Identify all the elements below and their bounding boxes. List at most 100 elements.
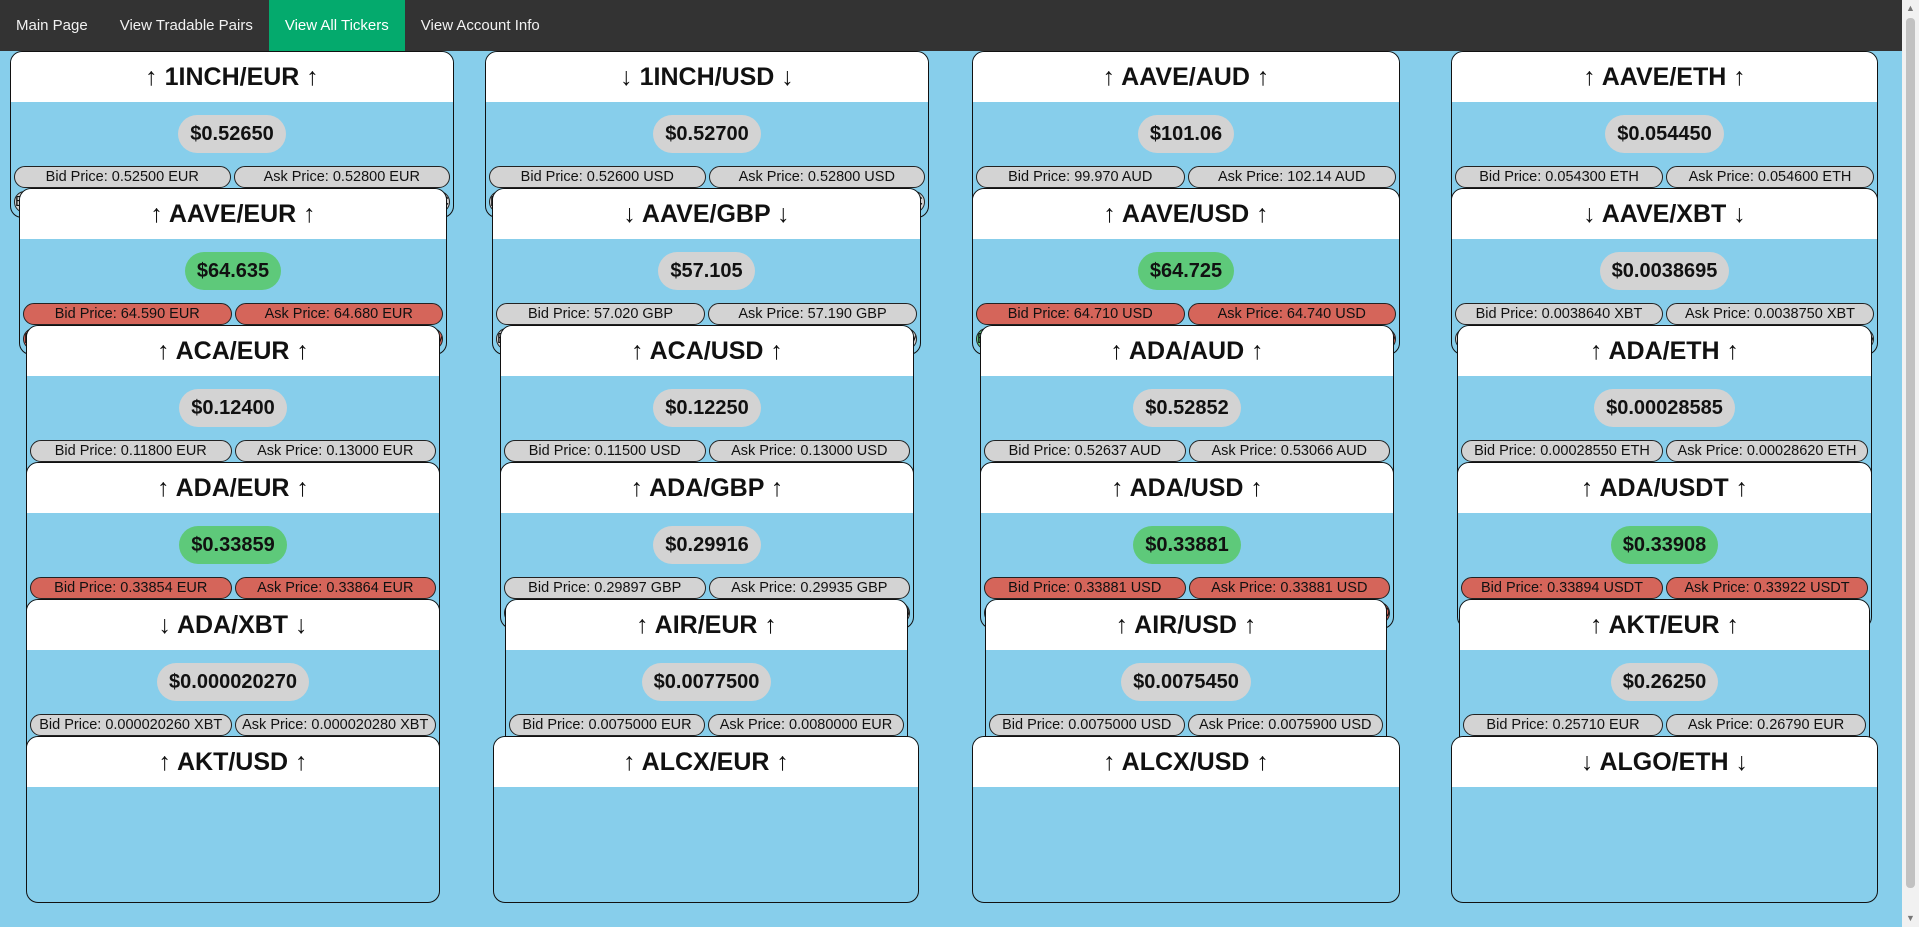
ticker-price: $0.0077500: [641, 663, 772, 701]
ask-price: Ask Price: 0.33864 EUR: [234, 577, 436, 599]
ticker-info-row: Bid Price: 0.33881 USD Ask Price: 0.33881…: [981, 577, 1393, 599]
price-row: $0.33881: [981, 513, 1393, 577]
bid-price: Bid Price: 0.52500 EUR: [14, 166, 231, 188]
top-navbar: Main Page View Tradable Pairs View All T…: [0, 0, 1902, 51]
ask-price: Ask Price: 0.0038750 XBT: [1666, 303, 1874, 325]
price-row: $0.000020270: [27, 650, 439, 714]
ticker-pair-title: ↓ AAVE/XBT ↓: [1452, 189, 1877, 239]
ticker-price: $0.29916: [653, 526, 761, 564]
scroll-up-arrow-icon[interactable]: ▲: [1902, 0, 1919, 17]
price-row: $0.52700: [486, 102, 928, 166]
ticker-info-row: Bid Price: 0.000020260 XBT Ask Price: 0.0…: [27, 714, 439, 736]
ticker-pair-title: ↑ AAVE/AUD ↑: [973, 52, 1399, 102]
price-row: $0.33859: [27, 513, 439, 577]
ticker-price: $0.33908: [1610, 526, 1719, 564]
ask-price: Ask Price: 0.33881 USD: [1188, 577, 1390, 599]
price-row: $0.33908: [1458, 513, 1871, 577]
ticker-price: $0.000020270: [157, 663, 309, 701]
bid-price: Bid Price: 0.11500 USD: [504, 440, 706, 462]
ticker-pair-title: ↑ AKT/USD ↑: [27, 737, 439, 787]
ticker-price: $0.12250: [653, 389, 761, 427]
ticker-price: $64.725: [1137, 252, 1235, 290]
bid-price: Bid Price: 0.0038640 XBT: [1455, 303, 1663, 325]
ticker-pair-title: ↓ ALGO/ETH ↓: [1452, 737, 1877, 787]
ticker-pair-title: ↑ AKT/EUR ↑: [1460, 600, 1869, 650]
price-row: $0.0038695: [1452, 239, 1877, 303]
page-scrollbar[interactable]: ▲ ▼: [1902, 0, 1919, 927]
ticker-info-row: Bid Price: 0.00028550 ETH Ask Price: 0.00…: [1458, 440, 1871, 462]
ticker-price: $101.06: [1137, 115, 1235, 153]
ask-price: Ask Price: 0.29935 GBP: [708, 577, 910, 599]
ticker-pair-title: ↑ AAVE/USD ↑: [973, 189, 1399, 239]
ticker-info-row: Bid Price: 0.0075000 USD Ask Price: 0.007…: [986, 714, 1386, 736]
nav-view-all-tickers[interactable]: View All Tickers: [268, 0, 405, 51]
ticker-pair-title: ↑ ADA/ETH ↑: [1458, 326, 1871, 376]
ticker-info-row: Bid Price: 0.11800 EUR Ask Price: 0.13000…: [27, 440, 439, 462]
ticker-info-row: Bid Price: 0.33894 USDT Ask Price: 0.3392…: [1458, 577, 1871, 599]
ticker-price: $0.52852: [1133, 389, 1241, 427]
price-row: $101.06: [973, 102, 1399, 166]
ask-price: Ask Price: 0.0075900 USD: [1187, 714, 1383, 736]
ticker-pair-title: ↓ ADA/XBT ↓: [27, 600, 439, 650]
ticker-pair-title: ↑ ACA/EUR ↑: [27, 326, 439, 376]
ticker-price: $0.00028585: [1594, 389, 1735, 427]
scrollbar-thumb[interactable]: [1906, 18, 1915, 888]
ticker-pair-title: ↑ AIR/EUR ↑: [506, 600, 907, 650]
ticker-info-row: Bid Price: 0.52600 USD Ask Price: 0.52800…: [486, 166, 928, 188]
bid-price: Bid Price: 0.52600 USD: [489, 166, 706, 188]
bid-price: Bid Price: 0.29897 GBP: [504, 577, 706, 599]
ticker-price: $0.33859: [179, 526, 287, 564]
ticker-pair-title: ↑ ALCX/USD ↑: [973, 737, 1399, 787]
ask-price: Ask Price: 0.13000 EUR: [234, 440, 436, 462]
ticker-price: $64.635: [184, 252, 282, 290]
ticker-card: ↓ ALGO/ETH ↓: [1451, 736, 1878, 903]
ask-price: Ask Price: 0.33922 USDT: [1666, 577, 1868, 599]
ask-price: Ask Price: 0.00028620 ETH: [1666, 440, 1868, 462]
ask-price: Ask Price: 0.000020280 XBT: [234, 714, 436, 736]
nav-view-tradable-pairs[interactable]: View Tradable Pairs: [104, 0, 269, 51]
bid-price: Bid Price: 0.33881 USD: [984, 577, 1186, 599]
ticker-card: ↑ ALCX/USD ↑: [972, 736, 1400, 903]
ticker-pair-title: ↑ ADA/USDT ↑: [1458, 463, 1871, 513]
ticker-info-row: Bid Price: 0.33854 EUR Ask Price: 0.33864…: [27, 577, 439, 599]
ticker-pair-title: ↑ AIR/USD ↑: [986, 600, 1386, 650]
price-row: $0.52650: [11, 102, 453, 166]
ticker-info-row: Bid Price: 64.590 EUR Ask Price: 64.680 E…: [20, 303, 446, 325]
ticker-price: $0.0075450: [1121, 663, 1251, 701]
ticker-price: $0.33881: [1133, 526, 1241, 564]
bid-price: Bid Price: 0.054300 ETH: [1455, 166, 1663, 188]
bid-price: Bid Price: 0.25710 EUR: [1463, 714, 1663, 736]
bid-price: Bid Price: 0.000020260 XBT: [30, 714, 232, 736]
price-row: $0.12400: [27, 376, 439, 440]
price-row: $0.00028585: [1458, 376, 1871, 440]
ticker-pair-title: ↑ ALCX/EUR ↑: [494, 737, 918, 787]
ticker-pair-title: ↑ ADA/GBP ↑: [501, 463, 913, 513]
ask-price: Ask Price: 64.680 EUR: [234, 303, 443, 325]
ticker-info-row: Bid Price: 64.710 USD Ask Price: 64.740 U…: [973, 303, 1399, 325]
bid-price: Bid Price: 0.0075000 USD: [989, 714, 1185, 736]
ask-price: Ask Price: 102.14 AUD: [1187, 166, 1396, 188]
ask-price: Ask Price: 64.740 USD: [1187, 303, 1396, 325]
bid-price: Bid Price: 64.710 USD: [976, 303, 1185, 325]
ticker-pair-title: ↑ ADA/USD ↑: [981, 463, 1393, 513]
bid-price: Bid Price: 0.0075000 EUR: [509, 714, 705, 736]
price-row: $64.725: [973, 239, 1399, 303]
price-row: $0.12250: [501, 376, 913, 440]
ticker-info-row: Bid Price: 99.970 AUD Ask Price: 102.14 A…: [973, 166, 1399, 188]
bid-price: Bid Price: 0.52637 AUD: [984, 440, 1186, 462]
bid-price: Bid Price: 64.590 EUR: [23, 303, 232, 325]
ticker-info-row: Bid Price: 0.0075000 EUR Ask Price: 0.008…: [506, 714, 907, 736]
price-row: $0.29916: [501, 513, 913, 577]
ask-price: Ask Price: 0.52800 EUR: [233, 166, 450, 188]
scroll-down-arrow-icon[interactable]: ▼: [1902, 910, 1919, 927]
ticker-price: $0.52700: [653, 115, 761, 153]
ticker-pair-title: ↓ 1INCH/USD ↓: [486, 52, 928, 102]
bid-price: Bid Price: 0.00028550 ETH: [1461, 440, 1663, 462]
ticker-pair-title: ↑ ACA/USD ↑: [501, 326, 913, 376]
nav-main-page[interactable]: Main Page: [0, 0, 104, 51]
ticker-info-row: Bid Price: 0.52500 EUR Ask Price: 0.52800…: [11, 166, 453, 188]
bid-price: Bid Price: 99.970 AUD: [976, 166, 1185, 188]
ticker-price: $0.26250: [1610, 663, 1719, 701]
ask-price: Ask Price: 0.26790 EUR: [1666, 714, 1866, 736]
nav-view-account-info[interactable]: View Account Info: [405, 0, 556, 51]
